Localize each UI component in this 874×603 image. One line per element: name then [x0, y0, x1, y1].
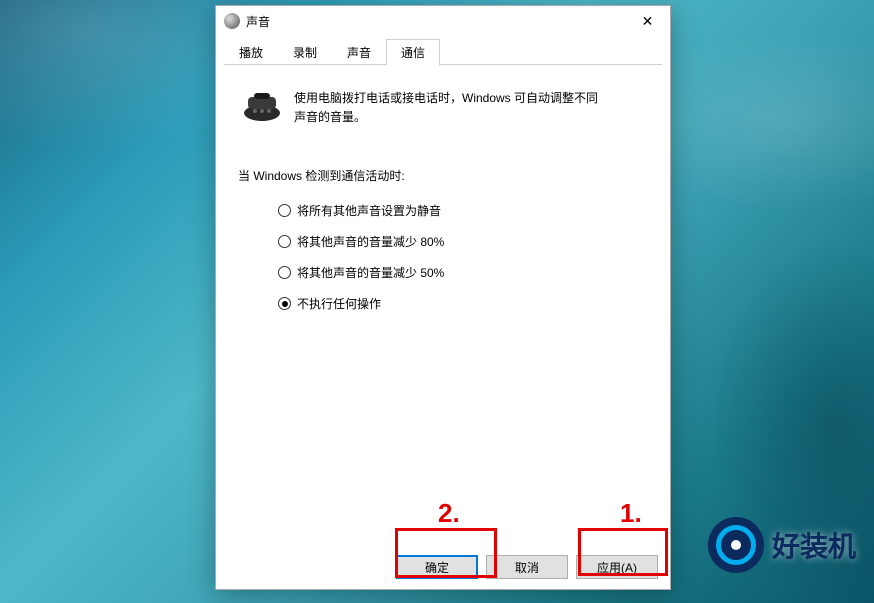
radio-label: 将其他声音的音量减少 80%	[297, 233, 444, 250]
radio-label: 将所有其他声音设置为静音	[297, 202, 441, 219]
radio-option-mute-all[interactable]: 将所有其他声音设置为静音	[278, 202, 648, 219]
radio-option-do-nothing[interactable]: 不执行任何操作	[278, 295, 648, 312]
radio-icon	[278, 297, 291, 310]
info-text: 使用电脑拨打电话或接电话时，Windows 可自动调整不同声音的音量。	[294, 89, 604, 127]
titlebar[interactable]: 声音 ✕	[216, 6, 670, 36]
apply-button[interactable]: 应用(A)	[576, 555, 658, 579]
phone-icon	[242, 89, 282, 123]
tab-communications[interactable]: 通信	[386, 39, 440, 66]
radio-label: 将其他声音的音量减少 50%	[297, 264, 444, 281]
radio-icon	[278, 204, 291, 217]
tab-playback[interactable]: 播放	[224, 39, 278, 65]
tab-strip: 播放 录制 声音 通信	[216, 36, 670, 65]
app-icon	[224, 13, 240, 29]
tab-content: 使用电脑拨打电话或接电话时，Windows 可自动调整不同声音的音量。 当 Wi…	[216, 65, 670, 344]
cancel-button[interactable]: 取消	[486, 555, 568, 579]
info-row: 使用电脑拨打电话或接电话时，Windows 可自动调整不同声音的音量。	[238, 83, 648, 147]
sound-dialog: 声音 ✕ 播放 录制 声音 通信 使用电脑拨打电话或接电话时，Windows 可…	[215, 5, 671, 590]
radio-option-reduce-50[interactable]: 将其他声音的音量减少 50%	[278, 264, 648, 281]
radio-icon	[278, 235, 291, 248]
radio-option-reduce-80[interactable]: 将其他声音的音量减少 80%	[278, 233, 648, 250]
radio-group: 将所有其他声音设置为静音 将其他声音的音量减少 80% 将其他声音的音量减少 5…	[238, 202, 648, 312]
tab-sounds[interactable]: 声音	[332, 39, 386, 65]
watermark: 好装机	[708, 517, 856, 573]
button-row: 确定 取消 应用(A)	[396, 555, 658, 579]
window-title: 声音	[246, 13, 625, 30]
ok-button[interactable]: 确定	[396, 555, 478, 579]
watermark-logo-icon	[708, 517, 764, 573]
radio-icon	[278, 266, 291, 279]
radio-label: 不执行任何操作	[297, 295, 381, 312]
close-icon: ✕	[642, 13, 654, 30]
tab-recording[interactable]: 录制	[278, 39, 332, 65]
close-button[interactable]: ✕	[625, 6, 670, 36]
watermark-text: 好装机	[772, 525, 856, 565]
section-label: 当 Windows 检测到通信活动时:	[238, 167, 648, 184]
